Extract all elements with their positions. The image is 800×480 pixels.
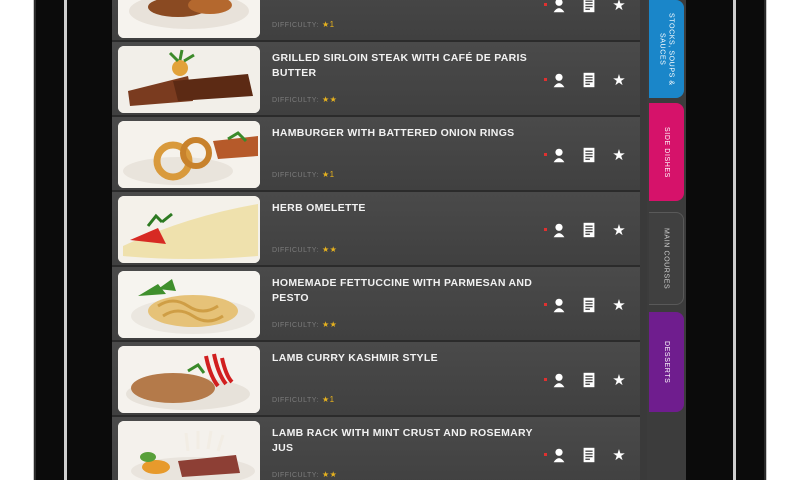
chef-icon[interactable] (544, 145, 570, 165)
favorite-star-icon[interactable]: ★ (608, 445, 630, 465)
category-tabs: STOCKS, SOUPS & SAUCES SIDE DISHES MAIN … (647, 0, 686, 480)
recipe-list[interactable]: DIFFICULTY: ★1 ★ GRILLED SIRLOIN STEAK W… (112, 0, 640, 480)
recipe-thumbnail[interactable] (118, 196, 260, 263)
recipe-title: LAMB RACK WITH MINT CRUST AND ROSEMARY J… (272, 427, 533, 454)
tab-desserts[interactable]: DESSERTS (649, 312, 684, 412)
difficulty-stars: ★★ (321, 95, 338, 104)
difficulty-label: DIFFICULTY: (272, 172, 319, 179)
recipe-card-icon[interactable] (578, 145, 600, 165)
chef-icon[interactable] (544, 370, 570, 390)
favorite-star-icon[interactable]: ★ (608, 220, 630, 240)
tab-main-courses[interactable]: MAIN COURSES (649, 212, 684, 305)
chef-icon[interactable] (544, 295, 570, 315)
recipe-card-icon[interactable] (578, 370, 600, 390)
recipe-row[interactable]: HAMBURGER WITH BATTERED ONION RINGS DIFF… (112, 117, 640, 192)
difficulty-rating: DIFFICULTY: ★1 (272, 170, 335, 179)
recipe-title: GRILLED SIRLOIN STEAK WITH CAFÉ DE PARIS… (272, 52, 528, 79)
recipe-row[interactable]: HERB OMELETTE DIFFICULTY: ★★ ★ (112, 192, 640, 267)
tab-label: MAIN COURSES (662, 227, 670, 290)
row-actions: ★ (540, 70, 630, 90)
difficulty-stars: ★1 (321, 170, 335, 179)
difficulty-stars: ★★ (321, 245, 338, 254)
row-actions: ★ (540, 220, 630, 240)
recipe-card-icon[interactable] (578, 0, 600, 15)
difficulty-rating: DIFFICULTY: ★★ (272, 320, 337, 329)
row-actions: ★ (540, 445, 630, 465)
favorite-star-icon[interactable]: ★ (608, 145, 630, 165)
recipe-card-icon[interactable] (578, 295, 600, 315)
recipe-row[interactable]: DIFFICULTY: ★1 ★ (112, 0, 640, 42)
recipe-card-icon[interactable] (578, 220, 600, 240)
difficulty-stars: ★1 (321, 20, 335, 29)
tab-stocks-soups-sauces[interactable]: STOCKS, SOUPS & SAUCES (649, 0, 684, 98)
recipe-row[interactable]: LAMB CURRY KASHMIR STYLE DIFFICULTY: ★1 ★ (112, 342, 640, 417)
recipe-row[interactable]: GRILLED SIRLOIN STEAK WITH CAFÉ DE PARIS… (112, 42, 640, 117)
chef-icon[interactable] (544, 445, 570, 465)
recipe-title: LAMB CURRY KASHMIR STYLE (272, 352, 438, 364)
difficulty-label: DIFFICULTY: (272, 247, 319, 254)
tablet-edge-left (64, 0, 67, 480)
row-actions: ★ (540, 295, 630, 315)
tab-label: STOCKS, SOUPS & SAUCES (658, 12, 675, 86)
favorite-star-icon[interactable]: ★ (608, 370, 630, 390)
difficulty-stars: ★★ (321, 320, 338, 329)
favorite-star-icon[interactable]: ★ (608, 295, 630, 315)
difficulty-label: DIFFICULTY: (272, 322, 319, 329)
difficulty-rating: DIFFICULTY: ★★ (272, 470, 337, 479)
recipe-title: HAMBURGER WITH BATTERED ONION RINGS (272, 127, 515, 139)
difficulty-stars: ★1 (321, 395, 335, 404)
row-actions: ★ (540, 145, 630, 165)
recipe-thumbnail[interactable] (118, 121, 260, 188)
row-actions: ★ (540, 0, 630, 15)
chef-icon[interactable] (544, 0, 570, 15)
difficulty-label: DIFFICULTY: (272, 472, 319, 479)
difficulty-label: DIFFICULTY: (272, 97, 319, 104)
recipe-thumbnail[interactable] (118, 346, 260, 413)
app-screen: DIFFICULTY: ★1 ★ GRILLED SIRLOIN STEAK W… (112, 0, 686, 480)
tab-label: DESSERTS (663, 340, 670, 384)
difficulty-rating: DIFFICULTY: ★1 (272, 395, 335, 404)
difficulty-stars: ★★ (321, 470, 338, 479)
recipe-row[interactable]: LAMB RACK WITH MINT CRUST AND ROSEMARY J… (112, 417, 640, 480)
recipe-thumbnail[interactable] (118, 271, 260, 338)
difficulty-label: DIFFICULTY: (272, 397, 319, 404)
recipe-thumbnail[interactable] (118, 0, 260, 38)
recipe-card-icon[interactable] (578, 445, 600, 465)
recipe-title: HOMEMADE FETTUCCINE WITH PARMESAN AND PE… (272, 277, 533, 304)
recipe-title: HERB OMELETTE (272, 202, 366, 214)
chef-icon[interactable] (544, 70, 570, 90)
recipe-thumbnail[interactable] (118, 421, 260, 480)
difficulty-label: DIFFICULTY: (272, 22, 319, 29)
recipe-row[interactable]: HOMEMADE FETTUCCINE WITH PARMESAN AND PE… (112, 267, 640, 342)
tab-side-dishes[interactable]: SIDE DISHES (649, 103, 684, 201)
row-actions: ★ (540, 370, 630, 390)
difficulty-rating: DIFFICULTY: ★★ (272, 245, 337, 254)
favorite-star-icon[interactable]: ★ (608, 0, 630, 15)
difficulty-rating: DIFFICULTY: ★1 (272, 20, 335, 29)
difficulty-rating: DIFFICULTY: ★★ (272, 95, 337, 104)
recipe-thumbnail[interactable] (118, 46, 260, 113)
tablet-edge-right (733, 0, 736, 480)
recipe-card-icon[interactable] (578, 70, 600, 90)
chef-icon[interactable] (544, 220, 570, 240)
tab-label: SIDE DISHES (663, 126, 670, 178)
favorite-star-icon[interactable]: ★ (608, 70, 630, 90)
